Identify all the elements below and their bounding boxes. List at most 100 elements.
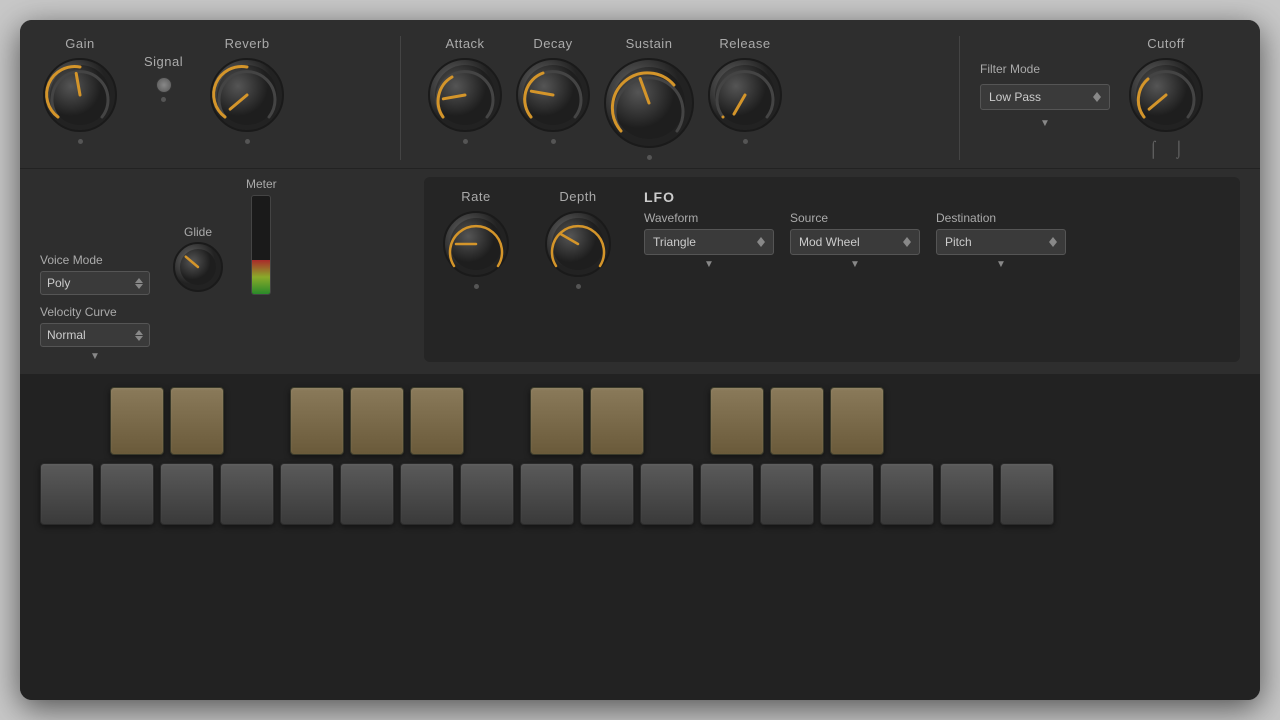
decay-dot (551, 139, 556, 144)
black-key-10[interactable] (830, 387, 884, 455)
white-key-1[interactable] (40, 463, 94, 525)
lfo-source-chevron: ▼ (790, 259, 920, 270)
key-gap-3 (470, 387, 524, 455)
white-key-17[interactable] (1000, 463, 1054, 525)
depth-dot (576, 284, 581, 289)
attack-knob[interactable] (425, 55, 505, 135)
black-key-7[interactable] (590, 387, 644, 455)
white-key-10[interactable] (580, 463, 634, 525)
white-key-16[interactable] (940, 463, 994, 525)
filter-mode-select[interactable]: Low Pass (980, 84, 1110, 110)
velocity-curve-value: Normal (47, 328, 86, 342)
gain-label: Gain (65, 36, 94, 51)
lfo-waveform-chevron: ▼ (644, 259, 774, 270)
lfo-source-arrows (903, 237, 911, 247)
attack-dot (463, 139, 468, 144)
glide-label: Glide (184, 225, 212, 239)
white-key-2[interactable] (100, 463, 154, 525)
meter-label: Meter (246, 177, 277, 191)
black-key-8[interactable] (710, 387, 764, 455)
cutoff-knob[interactable] (1126, 55, 1206, 135)
cutoff-group: Cutoff ⌠ ⌡ (1126, 36, 1206, 159)
glide-knob[interactable] (170, 239, 226, 295)
white-key-8[interactable] (460, 463, 514, 525)
white-key-12[interactable] (700, 463, 754, 525)
decay-group: Decay (513, 36, 593, 144)
lfo-dest-select[interactable]: Pitch (936, 229, 1066, 255)
middle-panel: Voice Mode Poly Glide (20, 169, 1260, 375)
white-key-4[interactable] (220, 463, 274, 525)
controls-left: Voice Mode Poly Glide (40, 177, 400, 362)
white-key-7[interactable] (400, 463, 454, 525)
filter-mode-arrows (1093, 92, 1101, 102)
lfo-title: LFO (644, 189, 1224, 205)
white-key-3[interactable] (160, 463, 214, 525)
lfo-selects-row: Waveform Triangle ▼ (644, 211, 1224, 270)
controls-row-1: Voice Mode Poly Glide (40, 177, 400, 295)
release-group: Release (705, 36, 785, 144)
velocity-arrows (135, 330, 143, 341)
black-key-6[interactable] (530, 387, 584, 455)
white-key-15[interactable] (880, 463, 934, 525)
velocity-curve-select[interactable]: Normal (40, 323, 150, 347)
gain-knob[interactable] (40, 55, 120, 135)
rate-label: Rate (461, 189, 490, 204)
white-key-6[interactable] (340, 463, 394, 525)
voice-mode-group: Voice Mode Poly (40, 253, 150, 295)
filter-mode-label: Filter Mode (980, 62, 1110, 76)
sustain-group: Sustain (601, 36, 697, 160)
rate-group: Rate (440, 189, 512, 289)
white-key-14[interactable] (820, 463, 874, 525)
reverb-group: Reverb (207, 36, 287, 144)
signal-group: Signal (144, 54, 183, 102)
black-key-5[interactable] (410, 387, 464, 455)
black-key-2[interactable] (170, 387, 224, 455)
decay-knob[interactable] (513, 55, 593, 135)
key-gap-2 (230, 387, 284, 455)
lfo-waveform-value: Triangle (653, 235, 696, 249)
synth-main: Gain (20, 20, 1260, 700)
velocity-curve-group: Velocity Curve Normal ▼ (40, 305, 150, 362)
black-key-1[interactable] (110, 387, 164, 455)
black-key-9[interactable] (770, 387, 824, 455)
sustain-knob[interactable] (601, 55, 697, 151)
glide-group: Glide (170, 225, 226, 295)
lfo-dest-value: Pitch (945, 235, 972, 249)
filter-mode-col: Filter Mode Low Pass ▼ (980, 36, 1110, 129)
white-key-5[interactable] (280, 463, 334, 525)
keyboard-panel (20, 375, 1260, 700)
meter-bar (251, 195, 271, 295)
rate-dot (474, 284, 479, 289)
voice-up-arrow (135, 278, 143, 283)
depth-knob[interactable] (542, 208, 614, 280)
voice-mode-select[interactable]: Poly (40, 271, 150, 295)
black-key-4[interactable] (350, 387, 404, 455)
black-key-3[interactable] (290, 387, 344, 455)
lfo-dest-chevron: ▼ (936, 259, 1066, 270)
reverb-dot (245, 139, 250, 144)
lfo-source-label: Source (790, 211, 920, 225)
release-knob[interactable] (705, 55, 785, 135)
voice-mode-label: Voice Mode (40, 253, 150, 267)
velocity-curve-label: Velocity Curve (40, 305, 150, 319)
lfo-dest-arrows (1049, 237, 1057, 247)
white-key-11[interactable] (640, 463, 694, 525)
velocity-down-arrow (135, 336, 143, 341)
section-filter: Filter Mode Low Pass ▼ Cutoff (960, 36, 1240, 160)
lfo-dest-group: Destination Pitch ▼ (936, 211, 1066, 270)
lfo-panel: Rate Depth (424, 177, 1240, 362)
lfo-waveform-select[interactable]: Triangle (644, 229, 774, 255)
lfo-controls: LFO Waveform Triangle (644, 189, 1224, 270)
reverb-knob[interactable] (207, 55, 287, 135)
meter-group: Meter (246, 177, 277, 295)
lfo-dest-down (1049, 242, 1057, 247)
white-key-13[interactable] (760, 463, 814, 525)
controls-row-2: Velocity Curve Normal ▼ (40, 305, 400, 362)
white-key-9[interactable] (520, 463, 574, 525)
lfo-source-select[interactable]: Mod Wheel (790, 229, 920, 255)
gain-group: Gain (40, 36, 120, 144)
rate-knob[interactable] (440, 208, 512, 280)
key-gap-1 (50, 387, 104, 455)
voice-down-arrow (135, 284, 143, 289)
signal-label: Signal (144, 54, 183, 69)
